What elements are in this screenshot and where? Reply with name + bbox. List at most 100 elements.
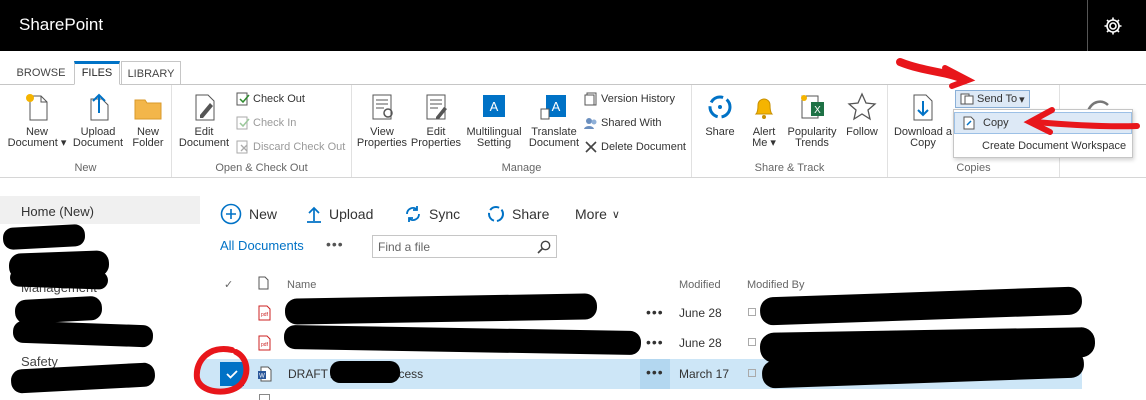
file-type-icon: [258, 276, 269, 290]
copy-icon: [963, 116, 975, 130]
edit-document-label: Edit Document: [178, 126, 230, 149]
tab-browse[interactable]: BROWSE: [13, 61, 69, 85]
presence-checkbox: [748, 369, 756, 377]
nav-item-management[interactable]: Management: [0, 272, 200, 300]
folder-icon: [134, 99, 162, 120]
row-more-button[interactable]: •••: [646, 304, 664, 320]
version-history-icon: [584, 92, 597, 106]
column-header-modified[interactable]: Modified: [679, 279, 721, 291]
svg-text:A: A: [490, 99, 499, 114]
shared-with-icon: [584, 118, 597, 129]
nav-item-home[interactable]: Home (New): [0, 196, 200, 224]
sync-command-button[interactable]: Sync: [404, 202, 460, 226]
share-command-button[interactable]: Share: [487, 202, 549, 226]
checkmark-icon: [226, 370, 238, 379]
delete-icon: [585, 141, 597, 153]
row-more-button[interactable]: •••: [646, 334, 664, 350]
new-command-button[interactable]: New: [220, 202, 277, 226]
excel-icon: X: [801, 95, 824, 119]
left-navigation: Home (New) Management Safety: [0, 196, 200, 400]
group-label-new: New: [74, 162, 97, 174]
file-icon: [259, 394, 270, 400]
column-header-name[interactable]: Name: [287, 279, 316, 291]
presence-checkbox: [748, 338, 756, 346]
search-icon[interactable]: [537, 240, 551, 254]
more-command-button[interactable]: More ∨: [575, 202, 620, 226]
send-to-menu: Copy Create Document Workspace: [953, 109, 1133, 158]
nav-item-2[interactable]: [0, 224, 200, 252]
view-properties-button[interactable]: View Properties: [356, 91, 408, 149]
file-name[interactable]: study_English: [512, 306, 587, 320]
new-folder-button[interactable]: New Folder: [128, 91, 168, 149]
search-input[interactable]: [378, 239, 528, 254]
send-to-icon: [960, 93, 974, 105]
view-properties-icon: [372, 94, 393, 120]
modified-date: March 17: [679, 367, 730, 381]
follow-button[interactable]: Follow: [842, 91, 882, 138]
download-copy-button[interactable]: Download a Copy: [892, 91, 954, 149]
group-label-manage: Manage: [501, 162, 542, 174]
check-out-icon: [236, 92, 250, 106]
file-name[interactable]: DRAFT Accident Process: [288, 367, 423, 381]
translate-document-button[interactable]: A Translate Document: [526, 91, 582, 149]
svg-text:W: W: [259, 374, 265, 380]
new-document-button[interactable]: New Document ▾: [5, 91, 69, 149]
view-options-button[interactable]: •••: [326, 236, 344, 252]
upload-icon: [90, 93, 109, 121]
view-all-documents[interactable]: All Documents: [220, 238, 304, 253]
table-header: ✓ Name Modified Modified By: [200, 272, 1146, 298]
group-label-open: Open & Check Out: [215, 162, 308, 174]
table-row[interactable]: pdf study_English ••• June 28: [200, 298, 1082, 328]
version-history-button[interactable]: Version History: [584, 89, 675, 109]
svg-text:pdf: pdf: [261, 342, 269, 348]
modified-date: June 28: [679, 336, 722, 350]
table-row-selected[interactable]: W DRAFT Accident Process ••• March 17: [200, 359, 1082, 389]
group-label-share: Share & Track: [754, 162, 825, 174]
app-title[interactable]: SharePoint: [19, 15, 103, 35]
ribbon-group-share: Share Alert Me ▾ X Popularity Trends Fol…: [692, 85, 888, 177]
edit-document-button[interactable]: Edit Document: [176, 91, 232, 149]
chevron-down-icon: ▾: [1019, 93, 1025, 106]
alert-me-button[interactable]: Alert Me ▾: [744, 91, 784, 149]
multilingual-setting-button[interactable]: A Multilingual Setting: [464, 91, 524, 149]
ribbon-group-new: New Document ▾ Upload Document New Folde…: [0, 85, 172, 177]
upload-arrow-icon: [307, 206, 321, 223]
svg-text:A: A: [552, 99, 561, 114]
select-all-checkmark-icon[interactable]: ✓: [224, 278, 233, 291]
gear-icon[interactable]: [1087, 0, 1137, 51]
upload-document-button[interactable]: Upload Document: [70, 91, 126, 149]
ribbon-group-manage: View Properties Edit Properties A Multil…: [352, 85, 692, 177]
share-arrows-icon: [488, 206, 504, 222]
table-row[interactable]: pdf ••• June 28: [200, 328, 1082, 358]
popularity-trends-button[interactable]: X Popularity Trends: [786, 91, 838, 149]
table-row[interactable]: [200, 390, 1082, 400]
multilingual-icon: A: [483, 95, 505, 117]
shared-with-button[interactable]: Shared With: [584, 113, 662, 133]
check-in-button[interactable]: Check In: [236, 113, 296, 133]
discard-check-out-button[interactable]: Discard Check Out: [236, 137, 345, 157]
nav-item-4[interactable]: [0, 298, 200, 326]
column-header-modified-by[interactable]: Modified By: [747, 279, 804, 291]
menu-item-create-workspace[interactable]: Create Document Workspace: [954, 135, 1132, 157]
bell-icon: [754, 98, 774, 119]
upload-command-button[interactable]: Upload: [306, 202, 373, 226]
nav-item-7[interactable]: [0, 370, 200, 398]
upload-document-label: Upload Document: [72, 126, 124, 149]
sync-icon: [406, 206, 420, 222]
row-more-button[interactable]: •••: [640, 359, 670, 389]
edit-properties-button[interactable]: Edit Properties: [410, 91, 462, 149]
discard-check-out-icon: [236, 140, 248, 154]
row-checkbox[interactable]: [220, 362, 244, 386]
modified-date: June 28: [679, 306, 722, 320]
share-ribbon-button[interactable]: Share: [700, 91, 740, 138]
send-to-button[interactable]: Send To ▾: [955, 90, 1030, 108]
check-out-button[interactable]: Check Out: [236, 89, 305, 109]
menu-item-copy[interactable]: Copy: [954, 112, 1132, 134]
delete-document-button[interactable]: Delete Document: [584, 137, 686, 157]
translate-icon: A: [540, 95, 566, 120]
tab-library[interactable]: LIBRARY: [121, 61, 181, 85]
new-document-label: New Document: [7, 126, 58, 149]
new-document-icon: [26, 94, 48, 121]
tab-files[interactable]: FILES: [74, 61, 120, 85]
presence-checkbox: [748, 308, 756, 316]
